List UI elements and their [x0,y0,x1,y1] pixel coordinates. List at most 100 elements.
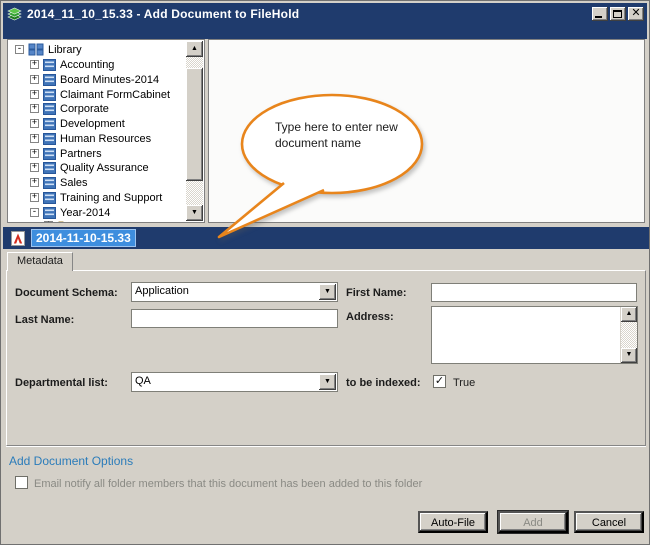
expand-icon[interactable]: + [30,178,39,187]
expand-icon[interactable]: + [30,149,39,158]
departmental-list-select[interactable]: QA ▼ [131,372,338,392]
library-grid-icon [28,43,44,56]
cabinet-icon [43,206,56,219]
first-name-label: First Name: [346,287,407,299]
expand-icon[interactable]: + [30,163,39,172]
document-schema-label: Document Schema: [15,287,118,299]
to-be-indexed-value: True [453,377,476,389]
dropdown-button[interactable]: ▼ [319,374,336,390]
tab-metadata[interactable]: Metadata [7,252,73,271]
tree-item-label: Partners [60,147,102,160]
scroll-down-button[interactable]: ▼ [621,348,637,363]
first-name-input[interactable] [431,283,637,302]
folder-icon [57,221,64,222]
maximize-button[interactable] [610,7,626,21]
scroll-down-button[interactable]: ▼ [186,205,203,221]
tree-item-partial[interactable]: + [8,218,72,222]
tree-item-label: Year-2014 [60,206,111,219]
minimize-button[interactable] [592,7,608,21]
email-notify-label: Email notify all folder members that thi… [34,478,423,490]
cabinet-icon [43,73,56,86]
close-button[interactable]: ✕ [628,7,644,21]
tree-item-label: Claimant FormCabinet [60,88,171,101]
tree-item[interactable]: + Quality Assurance [8,160,149,175]
window-title: 2014_11_10_15.33 - Add Document to FileH… [27,7,300,21]
tree-item[interactable]: + Corporate [8,101,109,116]
window-controls: ✕ [592,7,644,21]
tree-item-label: Development [60,117,125,130]
header-band: 2014_11_10_15.33 - Add Document to FileH… [3,3,647,39]
cabinet-icon [43,102,56,115]
tree-item-label: Accounting [60,58,115,71]
arrow-up-icon: ▲ [191,45,198,52]
cancel-button[interactable]: Cancel [574,511,644,533]
tree-item[interactable]: + Training and Support [8,190,162,205]
cabinet-icon [43,176,56,189]
to-be-indexed-checkbox[interactable] [433,375,446,388]
scroll-up-button[interactable]: ▲ [186,41,203,57]
tree-item[interactable]: + Accounting [8,57,114,72]
to-be-indexed-label: to be indexed: [346,377,421,389]
cabinet-icon [43,147,56,160]
expand-icon[interactable]: + [30,134,39,143]
expand-icon[interactable]: + [30,104,39,113]
last-name-input[interactable] [131,309,338,328]
cabinet-icon [43,191,56,204]
expand-icon[interactable]: + [30,90,39,99]
collapse-icon[interactable]: - [15,45,24,54]
auto-file-button[interactable]: Auto-File [418,511,488,533]
departmental-list-value: QA [135,375,151,387]
scroll-up-button[interactable]: ▲ [621,307,637,322]
address-scrollbar[interactable]: ▲ ▼ [620,307,637,363]
filehold-logo-icon [7,7,22,21]
expand-icon[interactable]: + [30,60,39,69]
arrow-down-icon: ▼ [625,351,633,358]
tree-item-label: Library [48,43,82,56]
address-label: Address: [346,311,394,323]
tree-scrollbar[interactable]: ▲ ▼ [186,41,203,221]
callout-text: Type here to enter new document name [275,120,398,150]
expand-icon[interactable]: + [30,119,39,128]
tree-item-label: Training and Support [60,191,163,204]
email-notify-checkbox[interactable] [15,476,28,489]
tree-item-label: Human Resources [60,132,152,145]
collapse-icon[interactable]: - [30,208,39,217]
add-document-options-heading: Add Document Options [9,454,134,468]
tree-item-label: Board Minutes-2014 [60,73,160,86]
chevron-down-icon: ▼ [324,378,331,385]
scrollbar-thumb[interactable] [186,68,203,181]
tree-item-label: Corporate [60,102,109,115]
expand-icon[interactable]: + [44,221,53,222]
expand-icon[interactable]: + [30,193,39,202]
titlebar[interactable]: 2014_11_10_15.33 - Add Document to FileH… [3,3,647,25]
tree-item[interactable]: + Development [8,116,125,131]
arrow-up-icon: ▲ [625,310,633,317]
filename-bar: 2014-11-10-15.33 [3,227,649,249]
tree-item[interactable]: + Board Minutes-2014 [8,72,159,87]
library-tree-panel: - Library + Accounting + Board Minutes-2… [7,39,205,223]
tree-item[interactable]: + Sales [8,175,88,190]
close-icon: ✕ [631,7,641,19]
address-textarea[interactable]: ▲ ▼ [431,306,638,364]
cabinet-icon [43,161,56,174]
document-schema-value: Application [135,285,189,297]
pdf-icon [11,230,25,246]
tree-item-library[interactable]: - Library [8,42,82,57]
arrow-down-icon: ▼ [191,209,198,216]
cabinet-icon [43,58,56,71]
document-schema-select[interactable]: Application ▼ [131,282,338,302]
departmental-list-label: Departmental list: [15,377,108,389]
add-button[interactable]: Add [497,510,569,534]
tree-item-label: Sales [60,176,88,189]
tree-item[interactable]: + Claimant FormCabinet [8,87,170,102]
cabinet-icon [43,117,56,130]
cabinet-icon [43,88,56,101]
maximize-icon [613,10,622,18]
expand-icon[interactable]: + [30,75,39,84]
cabinet-icon [43,132,56,145]
tree-item[interactable]: + Partners [8,146,102,161]
tree-item[interactable]: + Human Resources [8,131,151,146]
dropdown-button[interactable]: ▼ [319,284,336,300]
document-name-input[interactable]: 2014-11-10-15.33 [31,229,136,247]
chevron-down-icon: ▼ [324,288,331,295]
